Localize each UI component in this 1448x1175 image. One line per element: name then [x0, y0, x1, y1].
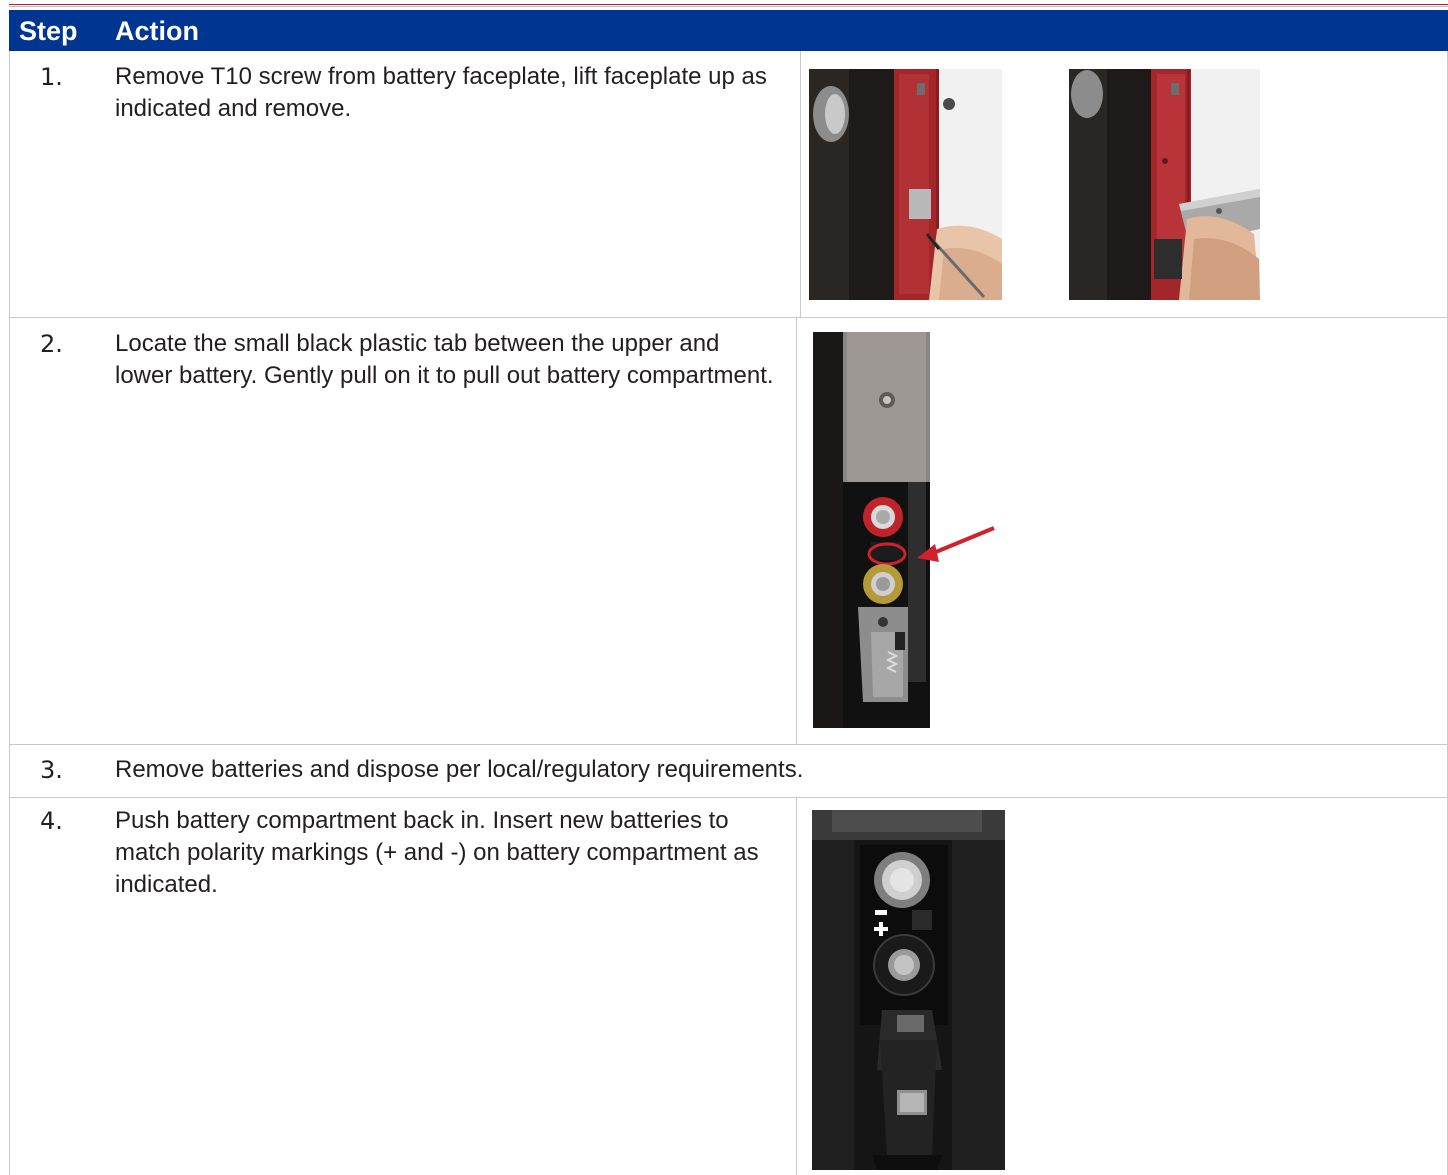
step-number: 4.: [40, 807, 63, 835]
step-action: Remove batteries and dispose per local/r…: [115, 756, 804, 783]
header-action: Action: [115, 16, 199, 46]
step-number: 3.: [40, 756, 63, 784]
column-divider: [796, 318, 797, 744]
photo-lift-faceplate: [1069, 69, 1260, 300]
table-row-step-4: 4. Push battery compartment back in. Ins…: [9, 798, 1448, 1175]
table-row-step-3: 3. Remove batteries and dispose per loca…: [9, 745, 1448, 798]
column-divider: [800, 51, 801, 317]
step-number: 1.: [40, 63, 63, 91]
header-step: Step: [19, 16, 78, 46]
photo-battery-tab-callout: [813, 332, 1003, 728]
step-action: Locate the small black plastic tab betwe…: [115, 330, 774, 389]
photo-battery-polarity: [812, 810, 1005, 1170]
table-row-step-1: 1. Remove T10 screw from battery facepla…: [9, 51, 1448, 318]
step-number: 2.: [40, 330, 63, 358]
top-accent-rule: [9, 4, 1448, 5]
table-row-step-2: 2. Locate the small black plastic tab be…: [9, 318, 1448, 745]
table-header: Step Action: [9, 10, 1448, 51]
step-action: Push battery compartment back in. Insert…: [115, 807, 759, 898]
photo-screwdriver-faceplate: [809, 69, 1002, 300]
procedure-table: Step Action 1. Remove T10 screw from bat…: [9, 10, 1448, 1175]
top-accent-rule-secondary: [9, 6, 1448, 7]
step-action: Remove T10 screw from battery faceplate,…: [115, 63, 767, 122]
column-divider: [796, 798, 797, 1175]
